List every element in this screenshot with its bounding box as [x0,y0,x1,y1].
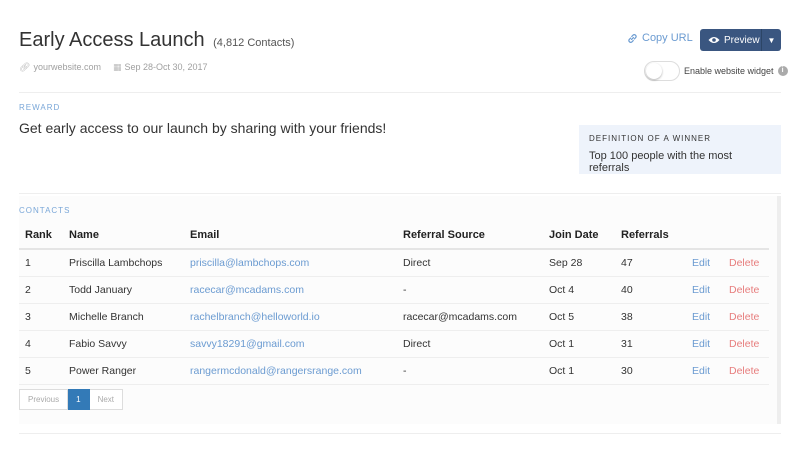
contacts-count: (4,812 Contacts) [213,37,295,49]
winner-definition-box: DEFINITION OF A WINNER Top 100 people wi… [579,125,781,174]
winner-label: DEFINITION OF A WINNER [589,134,712,143]
contacts-label: CONTACTS [19,206,71,215]
cell-rank: 4 [19,330,63,358]
cell-rank: 5 [19,357,63,385]
preview-label: Preview [724,34,760,46]
table-row: 2 Todd January racecar@mcadams.com - Oct… [19,276,769,304]
cell-join-date: Oct 5 [543,303,615,331]
cell-email-link[interactable]: racecar@mcadams.com [184,276,397,304]
cell-rank: 3 [19,303,63,331]
cell-email-link[interactable]: priscilla@lambchops.com [184,249,397,277]
edit-link[interactable]: Edit [686,276,723,304]
delete-link[interactable]: Delete [723,330,769,358]
cell-name: Fabio Savvy [63,330,184,358]
column-header-delete [723,222,769,250]
winner-text: Top 100 people with the most referrals [589,150,733,174]
cell-name: Priscilla Lambchops [63,249,184,277]
date-range-text: Sep 28-Oct 30, 2017 [124,62,208,72]
cell-rank: 1 [19,249,63,277]
page-header: Early Access Launch (4,812 Contacts) [19,29,294,52]
column-header-name[interactable]: Name [63,222,184,250]
table-row: 5 Power Ranger rangermcdonald@rangersran… [19,357,769,385]
cell-email-link[interactable]: rachelbranch@helloworld.io [184,303,397,331]
widget-toggle-row: Enable website widget i [644,61,788,81]
website-meta: 🔗︎ yourwebsite.com [19,62,101,73]
contacts-panel: CONTACTS Rank Name Email Referral Source… [19,196,781,424]
preview-dropdown-toggle[interactable]: ▼ [762,36,781,45]
cell-referrals: 47 [615,249,686,277]
cell-join-date: Oct 4 [543,276,615,304]
column-header-edit [686,222,723,250]
cell-name: Todd January [63,276,184,304]
cell-rank: 2 [19,276,63,304]
cell-referral-source: - [397,276,543,304]
divider [19,92,781,93]
table-header-row: Rank Name Email Referral Source Join Dat… [19,222,769,250]
edit-link[interactable]: Edit [686,303,723,331]
cell-email-link[interactable]: savvy18291@gmail.com [184,330,397,358]
divider [19,433,781,434]
cell-referrals: 40 [615,276,686,304]
page-title: Early Access Launch [19,29,205,51]
cell-join-date: Oct 1 [543,330,615,358]
delete-link[interactable]: Delete [723,303,769,331]
column-header-email[interactable]: Email [184,222,397,250]
delete-link[interactable]: Delete [723,357,769,385]
link-icon [628,33,637,43]
table-row: 1 Priscilla Lambchops priscilla@lambchop… [19,249,769,277]
cell-referrals: 38 [615,303,686,331]
toggle-knob [646,63,662,79]
cell-referrals: 30 [615,357,686,385]
delete-link[interactable]: Delete [723,276,769,304]
column-header-referrals[interactable]: Referrals [615,222,686,250]
campaign-meta: 🔗︎ yourwebsite.com ▦ Sep 28-Oct 30, 2017 [19,62,208,73]
cell-referrals: 31 [615,330,686,358]
delete-link[interactable]: Delete [723,249,769,277]
cell-referral-source: racecar@mcadams.com [397,303,543,331]
cell-name: Michelle Branch [63,303,184,331]
pagination-page-1[interactable]: 1 [68,389,90,410]
divider [19,193,781,194]
cell-referral-source: Direct [397,330,543,358]
edit-link[interactable]: Edit [686,330,723,358]
contacts-table: Rank Name Email Referral Source Join Dat… [19,222,769,385]
widget-label: Enable website widget [684,66,774,76]
pagination-next-button[interactable]: Next [89,389,124,410]
column-header-rank[interactable]: Rank [19,222,63,250]
reward-text: Get early access to our launch by sharin… [19,120,387,136]
reward-label: REWARD [19,103,61,112]
pagination-previous-button[interactable]: Previous [19,389,69,410]
table-row: 3 Michelle Branch rachelbranch@helloworl… [19,303,769,331]
cell-email-link[interactable]: rangermcdonald@rangersrange.com [184,357,397,385]
edit-link[interactable]: Edit [686,249,723,277]
cell-referral-source: Direct [397,249,543,277]
pagination: Previous 1 Next [19,389,124,410]
info-icon[interactable]: i [777,66,788,76]
preview-button-group: Preview ▼ [700,29,781,51]
edit-link[interactable]: Edit [686,357,723,385]
website-text: yourwebsite.com [33,62,101,72]
cell-referral-source: - [397,357,543,385]
widget-toggle[interactable] [644,61,680,81]
cell-join-date: Oct 1 [543,357,615,385]
cell-name: Power Ranger [63,357,184,385]
column-header-referral-source[interactable]: Referral Source [397,222,543,250]
date-meta: ▦ Sep 28-Oct 30, 2017 [113,62,208,73]
copy-url-button[interactable]: Copy URL [627,32,693,44]
copy-url-label: Copy URL [642,32,693,44]
column-header-join-date[interactable]: Join Date [543,222,615,250]
table-row: 4 Fabio Savvy savvy18291@gmail.com Direc… [19,330,769,358]
cell-join-date: Sep 28 [543,249,615,277]
preview-button[interactable]: Preview [700,29,762,51]
calendar-icon: ▦ [112,62,122,72]
eye-icon [708,37,720,43]
link-icon: 🔗︎ [19,62,31,72]
